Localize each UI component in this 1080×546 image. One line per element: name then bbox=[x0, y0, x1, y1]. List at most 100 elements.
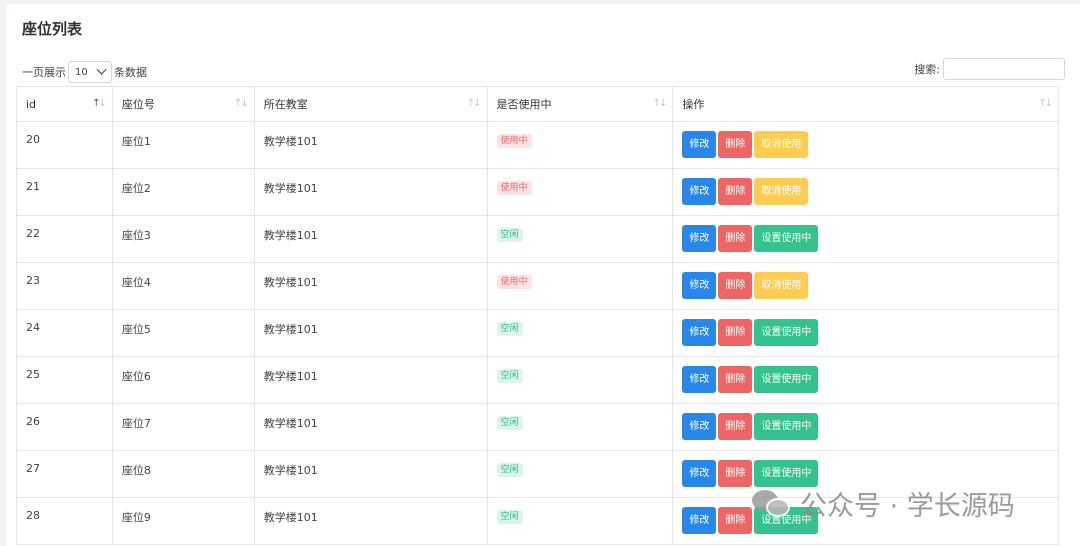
cell-id: 23 bbox=[16, 262, 113, 310]
cell-room: 教学楼101 bbox=[253, 356, 488, 404]
cell-actions: 修改 删除 取消使用 bbox=[672, 121, 1059, 169]
edit-button[interactable]: 修改 bbox=[682, 319, 717, 346]
delete-button[interactable]: 删除 bbox=[718, 413, 753, 440]
page-title: 座位列表 bbox=[22, 20, 83, 38]
cell-room: 教学楼101 bbox=[253, 121, 488, 169]
status-badge: 空闲 bbox=[496, 416, 523, 430]
edit-button[interactable]: 修改 bbox=[682, 131, 717, 158]
set-in-use-button[interactable]: 设置使用中 bbox=[754, 319, 819, 346]
cell-status: 空闲 bbox=[486, 215, 674, 263]
sort-icon: ↑↓ bbox=[92, 98, 107, 109]
cell-status: 空闲 bbox=[486, 356, 674, 404]
search-label: 搜索: bbox=[914, 63, 940, 76]
status-badge: 使用中 bbox=[496, 181, 532, 195]
sort-icon: ↑↓ bbox=[652, 98, 668, 109]
column-header-id[interactable]: id ↑↓ bbox=[16, 86, 113, 122]
cell-status: 空闲 bbox=[486, 309, 674, 357]
sort-icon: ↑↓ bbox=[466, 98, 482, 109]
cell-room: 教学楼101 bbox=[253, 497, 488, 545]
delete-button[interactable]: 删除 bbox=[718, 366, 753, 393]
cell-seat: 座位5 bbox=[111, 309, 255, 357]
cell-seat: 座位2 bbox=[111, 168, 255, 216]
cell-status: 空闲 bbox=[486, 450, 674, 498]
page-length-select[interactable]: 10 bbox=[68, 61, 112, 83]
cell-room: 教学楼101 bbox=[253, 262, 488, 310]
cell-actions: 修改 删除 设置使用中 bbox=[672, 309, 1059, 357]
delete-button[interactable]: 删除 bbox=[718, 178, 753, 205]
set-in-use-button[interactable]: 设置使用中 bbox=[754, 225, 819, 252]
search-control: 搜索: bbox=[914, 58, 1065, 80]
table-row: 26 座位7 教学楼101 空闲 修改 删除 设置使用中 bbox=[16, 403, 1059, 451]
column-header-status[interactable]: 是否使用中 ↑↓ bbox=[486, 86, 674, 122]
delete-button[interactable]: 删除 bbox=[718, 319, 753, 346]
cell-room: 教学楼101 bbox=[253, 215, 488, 263]
wechat-icon bbox=[752, 488, 792, 520]
status-badge: 使用中 bbox=[496, 134, 532, 148]
cell-actions: 修改 删除 设置使用中 bbox=[672, 215, 1059, 263]
cell-status: 使用中 bbox=[486, 121, 674, 169]
edit-button[interactable]: 修改 bbox=[682, 413, 717, 440]
delete-button[interactable]: 删除 bbox=[718, 225, 753, 252]
delete-button[interactable]: 删除 bbox=[718, 460, 753, 487]
column-header-actions[interactable]: 操作 ↑↓ bbox=[672, 86, 1059, 122]
table-row: 20 座位1 教学楼101 使用中 修改 删除 取消使用 bbox=[16, 121, 1059, 169]
cell-id: 25 bbox=[16, 356, 113, 404]
length-suffix-label: 条数据 bbox=[114, 66, 147, 79]
status-badge: 使用中 bbox=[496, 275, 532, 289]
page-length-value: 10 bbox=[75, 66, 88, 78]
delete-button[interactable]: 删除 bbox=[718, 507, 753, 534]
seat-table: id ↑↓ 座位号 ↑↓ 所在教室 ↑↓ 是否使用中 ↑↓ 操作 ↑↓ 20 座位1 教学楼1… bbox=[16, 86, 1059, 545]
search-input[interactable] bbox=[943, 58, 1065, 80]
cell-seat: 座位7 bbox=[111, 403, 255, 451]
edit-button[interactable]: 修改 bbox=[682, 272, 717, 299]
cell-status: 使用中 bbox=[486, 262, 674, 310]
cancel-use-button[interactable]: 取消使用 bbox=[754, 272, 809, 299]
cell-actions: 修改 删除 取消使用 bbox=[672, 168, 1059, 216]
cell-id: 27 bbox=[16, 450, 113, 498]
column-header-room[interactable]: 所在教室 ↑↓ bbox=[253, 86, 488, 122]
edit-button[interactable]: 修改 bbox=[682, 460, 717, 487]
cell-actions: 修改 删除 设置使用中 bbox=[672, 403, 1059, 451]
length-prefix-label: 一页展示 bbox=[22, 66, 66, 79]
cell-seat: 座位3 bbox=[111, 215, 255, 263]
cancel-use-button[interactable]: 取消使用 bbox=[754, 131, 809, 158]
watermark: 公众号 · 学长源码 bbox=[752, 484, 1015, 523]
cell-seat: 座位9 bbox=[111, 497, 255, 545]
cell-id: 20 bbox=[16, 121, 113, 169]
cell-actions: 修改 删除 取消使用 bbox=[672, 262, 1059, 310]
table-row: 24 座位5 教学楼101 空闲 修改 删除 设置使用中 bbox=[16, 309, 1059, 357]
column-label: 所在教室 bbox=[263, 98, 308, 111]
table-body: 20 座位1 教学楼101 使用中 修改 删除 取消使用 21 座位2 教学楼101 使用中 修改 删除… bbox=[16, 121, 1059, 545]
column-header-seat[interactable]: 座位号 ↑↓ bbox=[111, 86, 255, 122]
delete-button[interactable]: 删除 bbox=[718, 131, 753, 158]
edit-button[interactable]: 修改 bbox=[682, 225, 717, 252]
cell-actions: 修改 删除 设置使用中 bbox=[672, 356, 1059, 404]
cancel-use-button[interactable]: 取消使用 bbox=[754, 178, 809, 205]
edit-button[interactable]: 修改 bbox=[682, 366, 717, 393]
chevron-down-icon bbox=[96, 64, 107, 75]
page-length-control: 一页展示 10 条数据 bbox=[22, 61, 147, 83]
cell-room: 教学楼101 bbox=[253, 309, 488, 357]
set-in-use-button[interactable]: 设置使用中 bbox=[754, 366, 819, 393]
cell-seat: 座位1 bbox=[111, 121, 255, 169]
table-row: 25 座位6 教学楼101 空闲 修改 删除 设置使用中 bbox=[16, 356, 1059, 404]
cell-status: 使用中 bbox=[486, 168, 674, 216]
sort-icon: ↑↓ bbox=[1038, 98, 1053, 109]
cell-seat: 座位8 bbox=[111, 450, 255, 498]
delete-button[interactable]: 删除 bbox=[718, 272, 753, 299]
column-label: id bbox=[26, 97, 37, 111]
cell-status: 空闲 bbox=[486, 403, 674, 451]
cell-id: 21 bbox=[16, 168, 113, 216]
edit-button[interactable]: 修改 bbox=[682, 178, 717, 205]
cell-id: 28 bbox=[16, 497, 113, 545]
column-label: 是否使用中 bbox=[496, 98, 552, 111]
cell-room: 教学楼101 bbox=[253, 403, 488, 451]
column-label: 操作 bbox=[682, 98, 705, 111]
status-badge: 空闲 bbox=[496, 463, 523, 477]
table-row: 23 座位4 教学楼101 使用中 修改 删除 取消使用 bbox=[16, 262, 1059, 310]
set-in-use-button[interactable]: 设置使用中 bbox=[754, 460, 819, 487]
column-label: 座位号 bbox=[121, 98, 155, 111]
edit-button[interactable]: 修改 bbox=[682, 507, 717, 534]
set-in-use-button[interactable]: 设置使用中 bbox=[754, 413, 819, 440]
cell-seat: 座位6 bbox=[111, 356, 255, 404]
